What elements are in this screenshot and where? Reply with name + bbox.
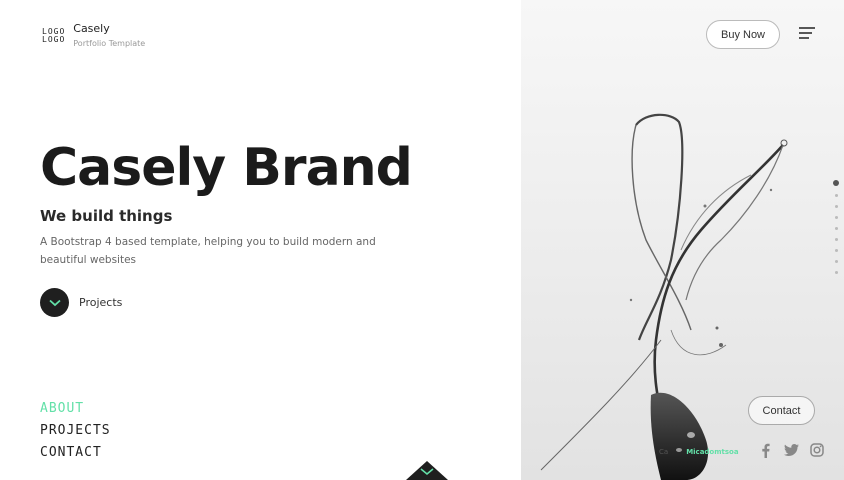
section-dots-nav	[833, 180, 839, 274]
brand-tagline: Portfolio Template	[73, 39, 146, 48]
instagram-icon[interactable]	[809, 442, 825, 458]
chevron-down-icon[interactable]	[40, 288, 69, 317]
section-dot[interactable]	[834, 205, 838, 208]
logo-mark: LOGO LOGO	[42, 28, 65, 44]
hamburger-menu-icon[interactable]	[799, 27, 815, 39]
logo-mark-line: LOGO	[42, 35, 66, 44]
nav-item-projects[interactable]: PROJECTS	[40, 420, 111, 442]
section-dot-active[interactable]	[833, 180, 839, 186]
section-dot[interactable]	[834, 260, 838, 263]
hero-subtitle: We build things	[40, 207, 173, 225]
facebook-icon[interactable]	[757, 442, 773, 458]
brand-name: Casely	[73, 22, 110, 35]
brand-logo[interactable]: LOGO LOGO Casely Portfolio Template	[42, 22, 145, 50]
section-nav: ABOUT PROJECTS CONTACT	[40, 398, 111, 464]
scroll-down-tab[interactable]	[406, 460, 448, 480]
section-dot[interactable]	[834, 227, 838, 230]
twitter-icon[interactable]	[783, 442, 799, 458]
buy-now-button[interactable]: Buy Now	[706, 20, 780, 49]
nav-item-contact[interactable]: CONTACT	[40, 442, 111, 464]
section-dot[interactable]	[834, 249, 838, 252]
photo-credit: Ca Micadomtsoa	[659, 448, 739, 456]
hero-title: Casely Brand	[40, 138, 413, 198]
section-dot[interactable]	[834, 271, 838, 274]
brand-text: Casely Portfolio Template	[73, 22, 145, 50]
contact-button[interactable]: Contact	[748, 396, 815, 425]
social-links	[757, 442, 825, 458]
section-dot[interactable]	[834, 238, 838, 241]
credit-prefix: Ca	[659, 448, 669, 456]
section-dot[interactable]	[834, 216, 838, 219]
projects-label: Projects	[79, 296, 123, 309]
nav-item-about[interactable]: ABOUT	[40, 398, 111, 420]
hero-description: A Bootstrap 4 based template, helping yo…	[40, 236, 376, 266]
credit-author-link[interactable]: Micadomtsoa	[686, 448, 738, 456]
section-dot[interactable]	[834, 194, 838, 197]
projects-button[interactable]: Projects	[40, 288, 122, 317]
